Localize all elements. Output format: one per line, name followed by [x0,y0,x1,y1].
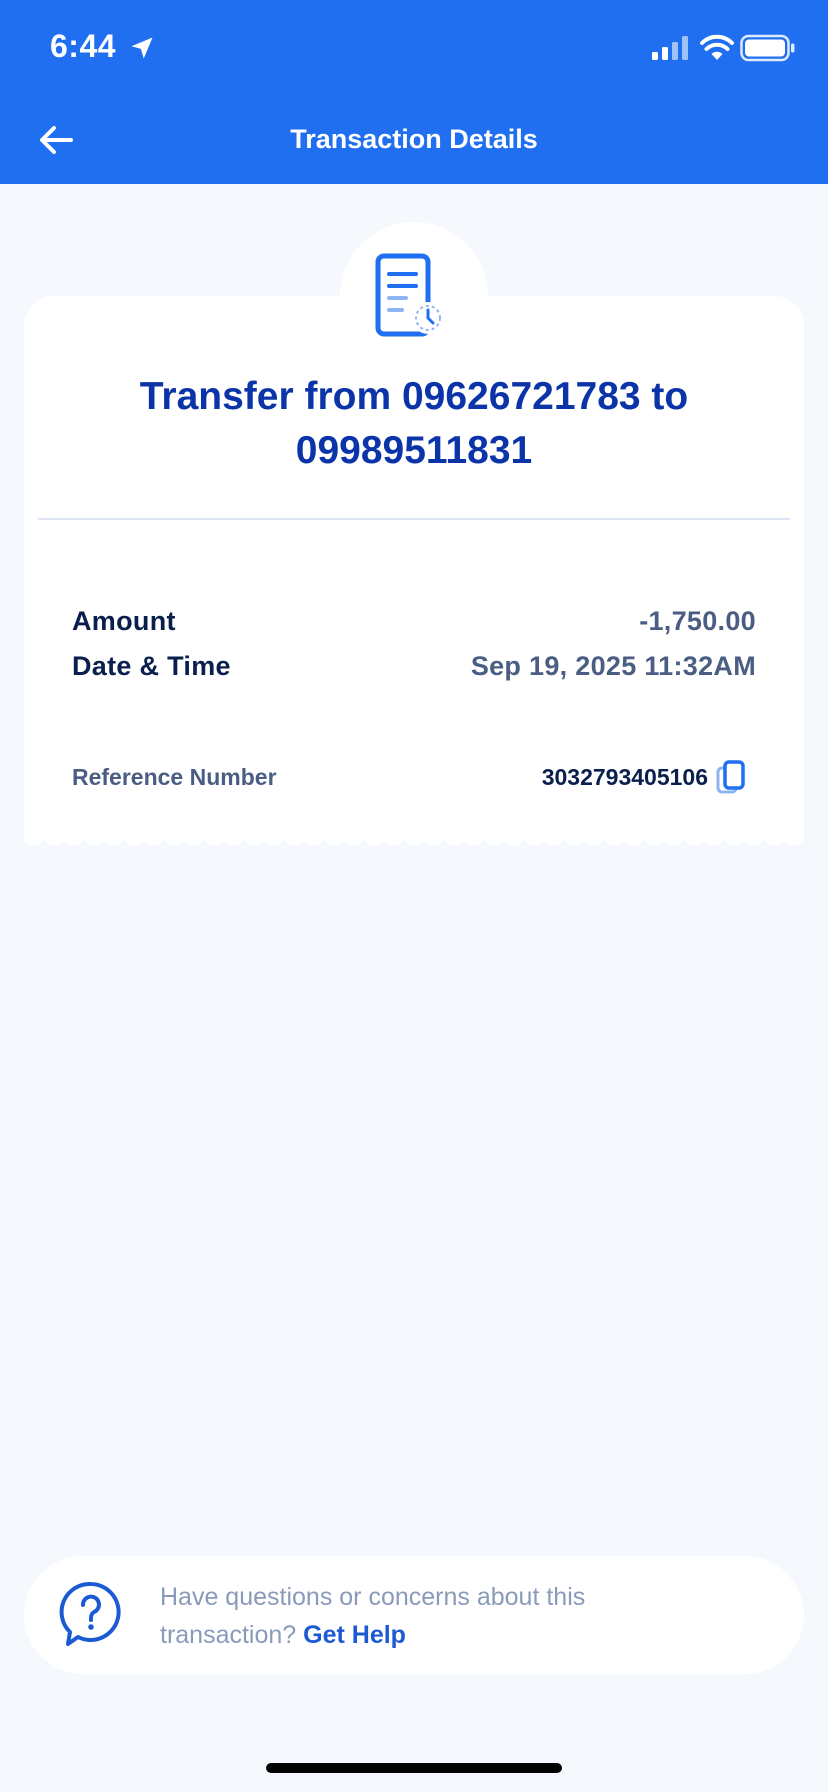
datetime-value: Sep 19, 2025 11:32AM [470,651,756,681]
receipt-clock-icon [375,253,444,337]
help-text: Have questions or concerns about this tr… [160,1578,720,1654]
home-indicator [266,1763,562,1773]
datetime-label: Date & Time [72,651,231,681]
copy-icon[interactable] [716,760,748,796]
reference-value[interactable]: 3032793405106 [542,764,708,791]
app-header: 6:44 Transaction Details [0,0,828,184]
question-bubble-icon[interactable] [58,1580,124,1650]
receipt-scallop-edge [24,834,804,846]
status-time: 6:44 [50,28,117,64]
battery-icon [740,34,795,62]
reference-label: Reference Number [72,764,277,790]
amount-label: Amount [72,606,176,636]
transaction-title: Transfer from 09626721783 to 09989511831 [139,375,689,472]
card-divider [38,518,790,520]
cellular-signal-icon [652,36,688,60]
wifi-icon [700,34,734,60]
location-arrow-icon [131,37,153,59]
page-title: Transaction Details [290,124,538,154]
amount-value: -1,750.00 [639,606,756,636]
get-help-link[interactable]: Get Help [303,1621,406,1649]
